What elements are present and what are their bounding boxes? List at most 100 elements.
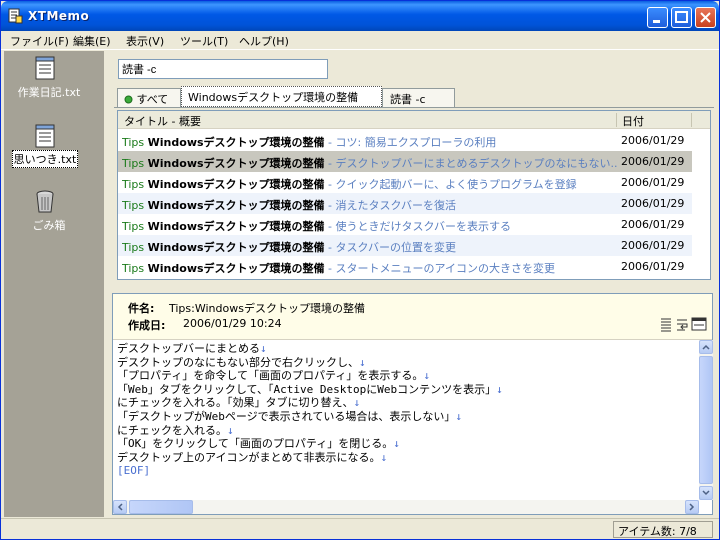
table-row[interactable]: Tips Windowsデスクトップ環境の整備 - 消えたタスクバーを復活 200…: [118, 193, 692, 214]
row-tag: Tips: [122, 199, 148, 212]
row-title-cell: Tips Windowsデスクトップ環境の整備 - タスクバーの位置を変更: [122, 239, 617, 255]
sidebar-item-label: 思いつき.txt: [12, 150, 78, 168]
table-row[interactable]: Tips Windowsデスクトップ環境の整備 - デスクトップバーにまとめるデ…: [118, 151, 692, 172]
scroll-thumb[interactable]: [699, 356, 713, 484]
memo-line: にチェックを入れる。↓: [117, 423, 234, 437]
menu-help[interactable]: ヘルプ(H): [239, 33, 289, 49]
row-tag: Tips: [122, 241, 148, 254]
row-title: Windowsデスクトップ環境の整備: [147, 262, 325, 275]
memo-line: デスクトップ上のアイコンがまとめて非表示になる。↓: [117, 450, 388, 464]
row-title-cell: Tips Windowsデスクトップ環境の整備 - デスクトップバーにまとめるデ…: [122, 155, 617, 171]
row-date: 2006/01/29: [621, 176, 685, 189]
scroll-right-button[interactable]: [685, 500, 699, 514]
eol-icon: ↓: [359, 355, 366, 369]
row-date: 2006/01/29: [621, 218, 685, 231]
close-button[interactable]: [695, 7, 716, 28]
wrap-icon[interactable]: [677, 319, 688, 331]
memo-body[interactable]: デスクトップバーにまとめる↓ デスクトップのなにもない部分で右クリックし、↓ 「プロ…: [117, 342, 697, 502]
row-date: 2006/01/29: [621, 197, 685, 210]
app-icon: [8, 8, 23, 24]
row-title-cell: Tips Windowsデスクトップ環境の整備 - クイック起動バーに、よく使う…: [122, 176, 617, 192]
maximize-icon: [675, 11, 688, 23]
minimize-button[interactable]: [647, 7, 668, 28]
tab-reading[interactable]: 読書 -c: [382, 88, 455, 107]
menu-view[interactable]: 表示(V): [126, 33, 164, 49]
row-title: Windowsデスクトップ環境の整備: [147, 241, 325, 254]
tab-label: 読書 -c: [390, 93, 426, 106]
table-row[interactable]: Tips Windowsデスクトップ環境の整備 - タスクバーの位置を変更 200…: [118, 235, 692, 256]
column-header-title[interactable]: タイトル - 概要: [124, 113, 201, 129]
subject-label: 件名:: [128, 302, 155, 315]
menu-file[interactable]: ファイル(F): [10, 33, 69, 49]
row-title-cell: Tips Windowsデスクトップ環境の整備 - コツ: 簡易エクスプローラの…: [122, 134, 617, 150]
detail-pane: 件名: Tips:Windowsデスクトップ環境の整備 作成日: 2006/01…: [112, 293, 713, 515]
memo-line: デスクトップバーにまとめる↓: [117, 342, 267, 355]
notepad-icon: [35, 124, 55, 148]
title-bar[interactable]: XTMemo: [1, 1, 719, 31]
row-tag: Tips: [122, 136, 148, 149]
table-row[interactable]: Tips Windowsデスクトップ環境の整備 - コツ: 簡易エクスプローラの…: [118, 130, 692, 151]
search-input[interactable]: [118, 59, 328, 79]
table-row[interactable]: Tips Windowsデスクトップ環境の整備 - クイック起動バーに、よく使う…: [118, 172, 692, 193]
eol-icon: ↓: [380, 450, 388, 464]
maximize-button[interactable]: [671, 7, 692, 28]
detail-header: 件名: Tips:Windowsデスクトップ環境の整備 作成日: 2006/01…: [113, 294, 712, 340]
row-title: Windowsデスクトップ環境の整備: [147, 199, 325, 212]
row-summary: - スタートメニューのアイコンの大きさを変更: [324, 262, 555, 275]
table-row[interactable]: Tips Windowsデスクトップ環境の整備 - スタートメニューのアイコンの…: [118, 256, 692, 277]
row-title: Windowsデスクトップ環境の整備: [147, 220, 325, 233]
row-title-cell: Tips Windowsデスクトップ環境の整備 - 使うときだけタスクバーを表示…: [122, 218, 617, 234]
notepad-icon: [35, 56, 55, 80]
memo-line: 「プロパティ」を命令して「画面のプロパティ」を表示する。↓: [117, 369, 430, 383]
row-summary: - タスクバーの位置を変更: [324, 241, 456, 254]
sidebar-item-label: 作業日記.txt: [17, 86, 81, 99]
menu-edit[interactable]: 編集(E): [73, 33, 111, 49]
row-tag: Tips: [122, 262, 148, 275]
row-title: Windowsデスクトップ環境の整備: [147, 136, 325, 149]
scroll-down-button[interactable]: [699, 486, 713, 500]
memo-list: タイトル - 概要 日付 Tips Windowsデスクトップ環境の整備 - コ…: [117, 110, 711, 280]
eol-icon: ↓: [227, 423, 234, 437]
created-value: 2006/01/29 10:24: [183, 317, 282, 330]
vertical-scrollbar[interactable]: [699, 340, 713, 500]
sidebar-item-label: ごみ箱: [32, 219, 66, 232]
green-dot-icon: [124, 95, 133, 104]
eol-icon: ↓: [393, 437, 400, 451]
tab-panel-border: [114, 107, 714, 108]
horizontal-scrollbar[interactable]: [113, 500, 699, 514]
arrow-left-icon: [117, 503, 123, 511]
table-row[interactable]: Tips Windowsデスクトップ環境の整備 - 使うときだけタスクバーを表示…: [118, 214, 692, 235]
close-icon: [700, 12, 711, 23]
minimize-icon: [653, 20, 660, 23]
align-left-icon[interactable]: [659, 317, 673, 332]
row-title: Windowsデスクトップ環境の整備: [147, 178, 325, 191]
detail-toolbar: [659, 317, 707, 332]
row-summary: - デスクトップバーにまとめるデスクトップのなにもない...: [324, 157, 617, 170]
eol-icon: ↓: [455, 409, 462, 423]
column-header-date[interactable]: 日付: [622, 113, 644, 129]
memo-line: 「Web」タブをクリックして、「Active DesktopにWebコンテンツを…: [117, 382, 503, 396]
tab-label: すべて: [136, 93, 169, 106]
app-window: XTMemo ファイル(F) 編集(E) 表示(V) ツール(T) ヘルプ(H)…: [0, 0, 720, 540]
row-date: 2006/01/29: [621, 134, 685, 147]
eol-icon: ↓: [353, 396, 361, 410]
memo-line: にチェックを入れる。「効果」タブに切り替え、↓: [117, 396, 361, 410]
row-summary: - 消えたタスクバーを復活: [324, 199, 456, 212]
eol-icon: ↓: [260, 342, 267, 355]
window-icon[interactable]: [691, 317, 707, 331]
row-summary: - クイック起動バーに、よく使うプログラムを登録: [324, 178, 577, 191]
tab-windows-desktop[interactable]: Windowsデスクトップ環境の整備: [181, 86, 382, 107]
row-date: 2006/01/29: [621, 155, 685, 168]
item-count: アイテム数: 7/8: [613, 521, 713, 538]
eol-icon: ↓: [496, 382, 503, 396]
row-title-cell: Tips Windowsデスクトップ環境の整備 - スタートメニューのアイコンの…: [122, 260, 617, 276]
tab-label: Windowsデスクトップ環境の整備: [188, 91, 359, 104]
scroll-up-button[interactable]: [699, 340, 713, 354]
folder-sidebar: 作業日記.txt 思いつき.txt ごみ箱: [4, 51, 104, 517]
row-date: 2006/01/29: [621, 260, 685, 273]
tab-all[interactable]: すべて: [117, 88, 181, 107]
eol-icon: ↓: [423, 369, 430, 383]
scroll-thumb[interactable]: [129, 500, 193, 514]
menu-tools[interactable]: ツール(T): [180, 33, 228, 49]
scroll-left-button[interactable]: [113, 500, 127, 514]
